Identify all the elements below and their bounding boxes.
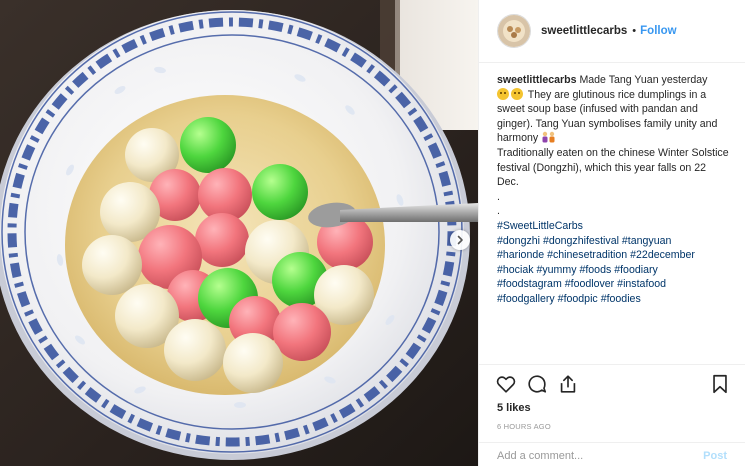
hashtag[interactable]: #foodstagram <box>497 278 562 290</box>
hashtag[interactable]: #dongzhifestival <box>543 235 619 247</box>
share-icon[interactable] <box>557 373 579 395</box>
hashtag[interactable]: #foodiary <box>614 264 658 276</box>
divider <box>479 364 745 365</box>
header-username[interactable]: sweetlittlecarbs <box>541 25 627 37</box>
avatar-image <box>498 15 530 47</box>
grinning-emoji-icon <box>497 87 509 100</box>
hashtag-line-4: #hociak #yummy #foods #foodiary <box>497 263 729 278</box>
hashtag[interactable]: #foodpic <box>558 293 598 305</box>
post-actions <box>495 373 731 397</box>
likes-count[interactable]: 5 likes <box>497 402 531 414</box>
hashtag[interactable]: #tangyuan <box>622 235 671 247</box>
comment-input[interactable] <box>497 450 692 462</box>
hashtag[interactable]: #22december <box>630 249 695 261</box>
comment-icon[interactable] <box>526 373 548 395</box>
caption-username[interactable]: sweetlittlecarbs <box>497 74 577 86</box>
post-photo[interactable] <box>0 0 478 466</box>
post-sidebar: sweetlittlecarbs • Follow sweetlittlecar… <box>478 0 745 466</box>
family-emoji-icon <box>542 132 555 143</box>
hashtag-line-3: #harionde #chinesetradition #22december <box>497 248 729 263</box>
hashtag[interactable]: #hociak <box>497 264 534 276</box>
header-separator: • <box>632 25 637 37</box>
hashtag-line-1: #SweetLittleCarbs <box>497 219 729 234</box>
caption-line-2: They are glutinous rice dumplings in a s… <box>497 88 718 145</box>
hashtag[interactable]: #yummy <box>536 264 576 276</box>
hashtag-line-6: #foodgallery #foodpic #foodies <box>497 292 729 307</box>
caption-dot-1: . <box>497 190 500 203</box>
follow-button[interactable]: Follow <box>640 25 676 37</box>
chevron-right-icon <box>457 235 463 245</box>
post-comment-button[interactable]: Post <box>703 450 727 462</box>
caption-line-3: Traditionally eaten on the chinese Winte… <box>497 146 729 189</box>
avatar[interactable] <box>497 14 531 48</box>
hashtag[interactable]: #SweetLittleCarbs <box>497 220 583 232</box>
bookmark-icon[interactable] <box>709 373 731 395</box>
hashtag[interactable]: #foodlover <box>565 278 614 290</box>
hashtag[interactable]: #foods <box>579 264 611 276</box>
hashtag[interactable]: #dongzhi <box>497 235 540 247</box>
hashtag-line-5: #foodstagram #foodlover #instafood <box>497 277 729 292</box>
grinning-emoji-icon <box>511 87 523 100</box>
hashtag[interactable]: #foodies <box>601 293 641 305</box>
tang-yuan-bowl-photo <box>0 0 478 466</box>
hashtag-line-2: #dongzhi #dongzhifestival #tangyuan <box>497 234 729 249</box>
hashtag[interactable]: #instafood <box>617 278 666 290</box>
caption-line-1: Made Tang Yuan yesterday <box>579 74 708 86</box>
caption-dot-2: . <box>497 205 500 218</box>
comment-box: Post <box>479 442 745 466</box>
heart-icon[interactable] <box>495 373 517 395</box>
post-caption: sweetlittlecarbs Made Tang Yuan yesterda… <box>497 73 729 307</box>
post-header: sweetlittlecarbs • Follow <box>479 0 745 63</box>
hashtag[interactable]: #foodgallery <box>497 293 555 305</box>
hashtag[interactable]: #harionde <box>497 249 544 261</box>
post-timestamp[interactable]: 6 HOURS AGO <box>497 422 551 431</box>
instagram-post: sweetlittlecarbs • Follow sweetlittlecar… <box>0 0 745 466</box>
hashtag[interactable]: #chinesetradition <box>547 249 627 261</box>
carousel-next-button[interactable] <box>450 230 470 250</box>
